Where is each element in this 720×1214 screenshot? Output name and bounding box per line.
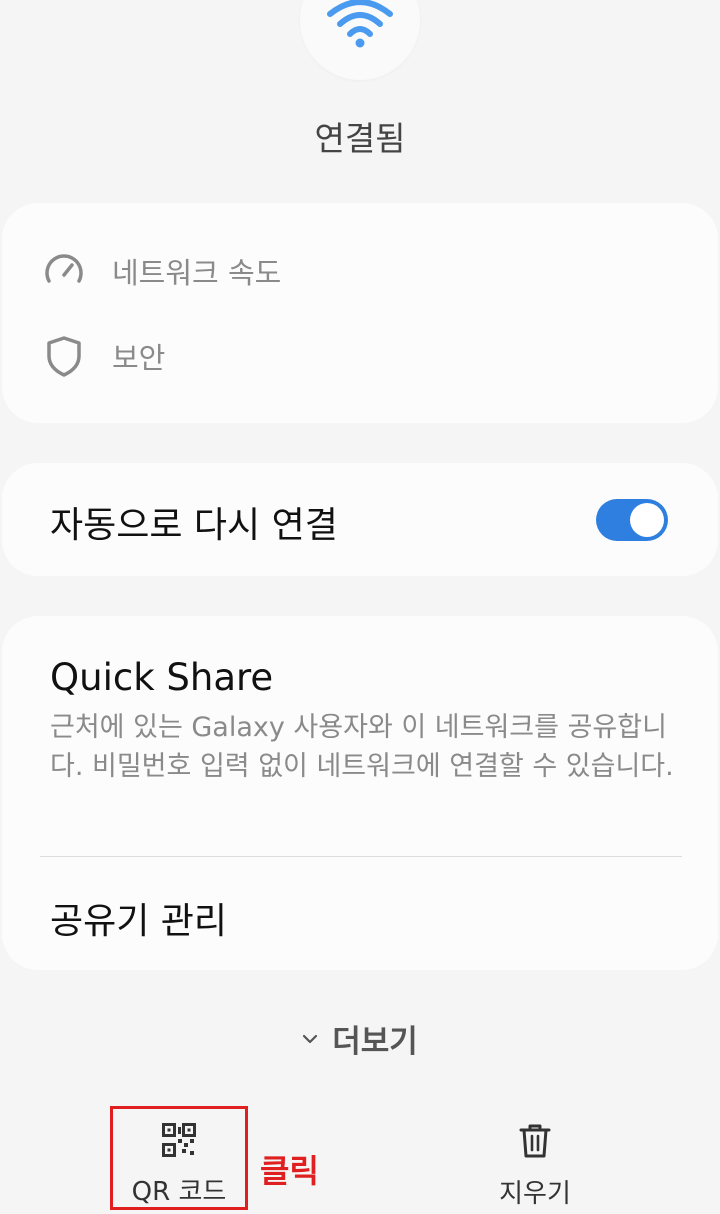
shield-icon	[42, 334, 86, 378]
wifi-icon	[327, 0, 393, 48]
speedometer-icon	[42, 249, 86, 293]
quick-share-description: 근처에 있는 Galaxy 사용자와 이 네트워크를 공유합니다. 비밀번호 입…	[50, 712, 674, 782]
more-button[interactable]: 더보기	[0, 1016, 720, 1061]
network-speed-row[interactable]: 네트워크 속도	[42, 249, 281, 293]
qr-code-label: QR 코드	[131, 1177, 227, 1207]
delete-button[interactable]: 지우기	[470, 1106, 600, 1210]
toggle-knob	[630, 503, 664, 537]
auto-reconnect-label: 자동으로 다시 연결	[50, 505, 338, 546]
router-management-item[interactable]: 공유기 관리	[50, 892, 227, 944]
network-speed-label: 네트워크 속도	[112, 256, 282, 290]
qr-code-icon	[162, 1123, 196, 1161]
share-card: Quick Share 근처에 있는 Galaxy 사용자와 이 네트워크를 공…	[2, 616, 718, 970]
more-label: 더보기	[332, 1024, 418, 1060]
divider	[40, 856, 682, 857]
network-info-card: 네트워크 속도 보안	[2, 203, 718, 423]
auto-reconnect-card: 자동으로 다시 연결	[2, 463, 718, 576]
security-row[interactable]: 보안	[42, 334, 165, 378]
chevron-down-icon	[302, 1030, 318, 1049]
connection-status-title: 연결됨	[314, 119, 406, 158]
trash-icon	[518, 1123, 552, 1163]
quick-share-title[interactable]: Quick Share	[50, 656, 273, 699]
security-label: 보안	[112, 341, 166, 375]
wifi-status-circle	[300, 0, 420, 80]
auto-reconnect-toggle[interactable]	[596, 499, 668, 541]
delete-label: 지우기	[499, 1179, 571, 1209]
qr-code-button[interactable]: QR 코드	[110, 1106, 248, 1210]
click-annotation: 클릭	[260, 1152, 319, 1190]
